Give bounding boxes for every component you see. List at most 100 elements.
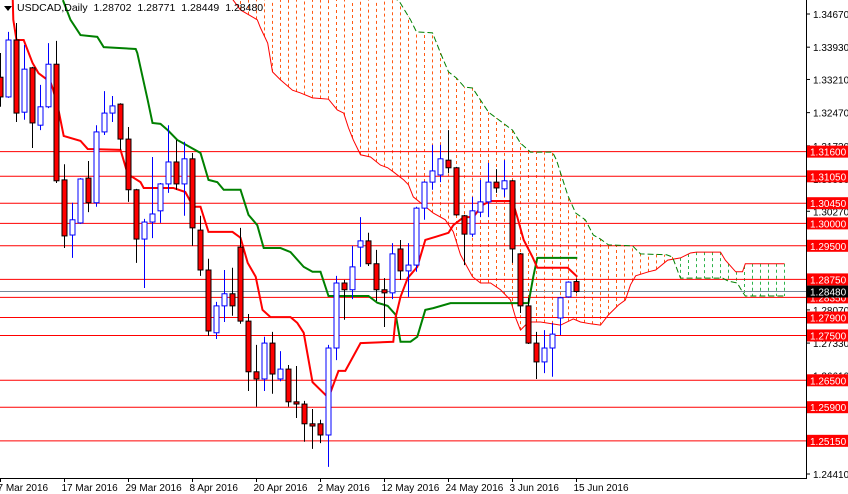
candle-body	[349, 266, 356, 291]
level-price-label: 1.30000	[810, 219, 847, 230]
bullish-candle	[93, 125, 100, 207]
time-tick-label: 3 Jun 2016	[510, 483, 560, 494]
candle-body	[21, 68, 28, 113]
bearish-candle	[493, 169, 500, 193]
bearish-candle	[245, 313, 252, 392]
bearish-candle	[205, 258, 212, 336]
bearish-candle	[0, 53, 4, 107]
candle-body	[373, 263, 380, 291]
ohlc-close: 1.28480	[225, 2, 264, 14]
candle-body	[509, 180, 516, 250]
level-price-label: 1.31050	[810, 172, 847, 183]
candle-body	[229, 293, 236, 307]
horizontal-levels	[0, 151, 806, 442]
candle-body	[317, 423, 324, 436]
dropdown-triangle-icon[interactable]	[4, 5, 12, 11]
candle-body	[469, 210, 476, 235]
bullish-candle	[557, 296, 564, 336]
level-price-label: 1.27500	[810, 331, 847, 342]
candle-body	[325, 347, 332, 436]
bullish-candle	[357, 217, 364, 267]
bullish-candle	[157, 183, 164, 223]
candle-body	[429, 170, 436, 183]
candle-body	[477, 201, 484, 213]
bullish-candle	[421, 181, 428, 220]
candle-body	[277, 368, 284, 380]
bearish-candle	[125, 126, 132, 202]
level-price-label: 1.26500	[810, 376, 847, 387]
candle-body	[253, 371, 260, 380]
bullish-candle	[165, 125, 172, 193]
candle-body	[437, 158, 444, 176]
bullish-candle	[213, 301, 220, 340]
candle-body	[189, 158, 196, 229]
current-price-label: 1.28480	[810, 288, 847, 299]
ohlc-low: 1.28449	[181, 2, 220, 14]
candle-body	[205, 269, 212, 332]
kijun-sen-line	[61, 0, 578, 343]
bearish-candle	[197, 215, 204, 276]
bullish-candle	[413, 206, 420, 272]
bearish-candle	[173, 139, 180, 190]
bearish-candle	[525, 297, 532, 344]
candle-body	[0, 76, 4, 98]
bullish-candle	[21, 44, 28, 120]
bullish-candle	[325, 344, 332, 467]
bullish-candle	[181, 141, 188, 216]
bullish-candle	[485, 162, 492, 218]
bullish-candle	[69, 202, 76, 258]
candle-body	[69, 219, 76, 236]
level-price-label: 1.29500	[810, 242, 847, 253]
bearish-candle	[253, 344, 260, 407]
bearish-candle	[573, 278, 580, 293]
candle-body	[197, 229, 204, 271]
candle-body	[517, 253, 524, 307]
bullish-candle	[37, 84, 44, 131]
bearish-candle	[373, 249, 380, 301]
bullish-candle	[149, 157, 156, 239]
bearish-candle	[461, 214, 468, 266]
bullish-candle	[477, 179, 484, 218]
chart-header: USDCAD,Daily 1.28702 1.28771 1.28449 1.2…	[4, 2, 266, 14]
candle-body	[269, 342, 276, 375]
bullish-candle	[101, 91, 108, 136]
time-tick-label: 17 Mar 2016	[62, 483, 119, 494]
candle-body	[149, 213, 156, 223]
level-price-label: 1.31600	[810, 148, 847, 159]
candle-body	[445, 159, 452, 169]
candle-body	[541, 347, 548, 363]
candle-body	[245, 320, 252, 373]
candle-body	[565, 281, 572, 298]
candle-body	[413, 207, 420, 266]
price-tick-label: 1.32470	[813, 109, 848, 120]
time-tick-label: 24 May 2016	[446, 483, 504, 494]
candle-body	[493, 181, 500, 189]
bearish-candle	[309, 408, 316, 449]
bullish-candle	[5, 31, 12, 98]
candle-body	[109, 105, 116, 114]
bearish-candle	[85, 161, 92, 213]
candle-body	[133, 189, 140, 240]
bearish-candle	[189, 152, 196, 246]
candle-body	[357, 240, 364, 248]
candle-body	[221, 293, 228, 307]
candle-body	[117, 103, 124, 140]
candle-body	[237, 246, 244, 322]
candle-body	[125, 138, 132, 191]
price-chart[interactable]: 1.346701.339301.332101.324701.317301.309…	[0, 0, 848, 494]
bearish-candle	[293, 365, 300, 418]
bearish-candle	[365, 232, 372, 266]
ohlc-high: 1.28771	[137, 2, 176, 14]
bearish-candle	[301, 400, 308, 442]
ichimoku-cloud	[240, 0, 785, 331]
bullish-candle	[45, 43, 52, 109]
bullish-candle	[109, 96, 116, 123]
candle-body	[293, 401, 300, 405]
candle-body	[77, 178, 84, 224]
bearish-candle	[453, 166, 460, 216]
candle-body	[453, 167, 460, 216]
price-tick-label: 1.33930	[813, 43, 848, 54]
level-price-label: 1.28750	[810, 275, 847, 286]
bearish-candle	[317, 419, 324, 444]
bullish-candle	[541, 330, 548, 374]
